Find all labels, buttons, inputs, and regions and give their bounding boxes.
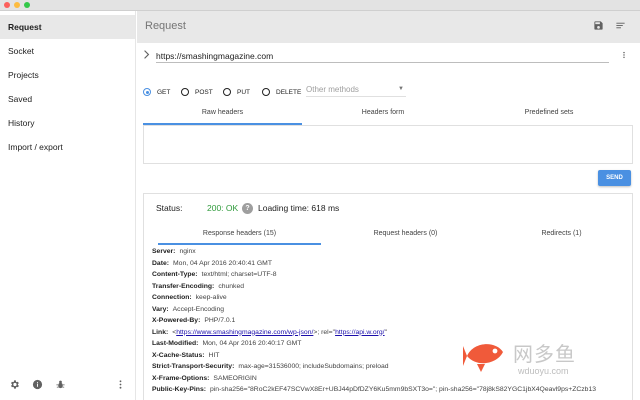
- header-line: Server: nginx: [152, 248, 196, 255]
- sort-icon[interactable]: [614, 20, 626, 32]
- more-vert-icon[interactable]: [620, 50, 628, 63]
- other-methods-select[interactable]: Other methods ▼: [306, 85, 406, 97]
- more-vert-icon[interactable]: [115, 379, 126, 390]
- header-line: Vary: Accept-Encoding: [152, 305, 225, 313]
- sidebar-item-saved[interactable]: Saved: [0, 87, 135, 111]
- header-line: Content-Type: text/html; charset=UTF-8: [152, 271, 277, 278]
- fish-logo-icon: [463, 344, 503, 372]
- header-line: Date: Mon, 04 Apr 2016 20:40:41 GMT: [152, 259, 272, 267]
- tab-redirects[interactable]: Redirects (1): [490, 226, 632, 245]
- loading-time: Loading time: 618 ms: [258, 203, 340, 213]
- sidebar-item-import-export[interactable]: Import / export: [0, 135, 135, 159]
- header-line: X-Powered-By: PHP/7.0.1: [152, 317, 236, 324]
- header-line: Public-Key-Pins: pin-sha256="8RoC2kEF47SC…: [152, 386, 597, 393]
- app-header: Request: [137, 11, 640, 43]
- header-line: Connection: keep-alive: [152, 294, 227, 301]
- method-delete-radio[interactable]: DELETE: [262, 86, 301, 98]
- sidebar-item-history[interactable]: History: [0, 111, 135, 135]
- bug-icon[interactable]: [55, 379, 66, 390]
- gear-icon[interactable]: [9, 379, 20, 390]
- send-button[interactable]: SEND: [598, 170, 631, 186]
- tab-headers-form[interactable]: Headers form: [304, 104, 462, 125]
- save-icon[interactable]: [592, 20, 604, 32]
- method-label: DELETE: [276, 88, 302, 96]
- radio-icon[interactable]: [223, 88, 231, 96]
- minimize-window-button[interactable]: [14, 2, 20, 8]
- window-titlebar: [0, 0, 640, 11]
- radio-icon[interactable]: [262, 88, 270, 96]
- info-icon[interactable]: [32, 379, 43, 390]
- sidebar-footer: [0, 378, 136, 392]
- caret-down-icon: ▼: [398, 86, 404, 92]
- close-window-button[interactable]: [4, 2, 10, 8]
- watermark-text: 网多鱼: [513, 342, 576, 366]
- method-label: PUT: [237, 88, 250, 96]
- link-api-w-org[interactable]: https://api.w.org/: [335, 329, 385, 336]
- status-label: Status:: [156, 203, 183, 213]
- sidebar-item-socket[interactable]: Socket: [0, 39, 135, 63]
- tab-response-headers[interactable]: Response headers (15): [158, 226, 321, 245]
- sidebar-nav: Request Socket Projects Saved History Im…: [0, 15, 135, 159]
- sidebar: Request Socket Projects Saved History Im…: [0, 11, 136, 400]
- method-put-radio[interactable]: PUT: [223, 86, 250, 98]
- page-title: Request: [145, 20, 186, 32]
- help-icon[interactable]: ?: [242, 203, 253, 214]
- method-label: GET: [157, 88, 171, 96]
- url-input[interactable]: [156, 49, 609, 63]
- radio-icon[interactable]: [181, 88, 189, 96]
- link-wp-json[interactable]: https://www.smashingmagazine.com/wp-json…: [176, 329, 313, 336]
- radio-checked-icon[interactable]: [143, 88, 151, 96]
- raw-headers-textarea[interactable]: [143, 126, 633, 164]
- watermark-url: wduoyu.com: [518, 366, 569, 376]
- sidebar-item-request[interactable]: Request: [0, 15, 135, 39]
- chevron-right-icon[interactable]: [143, 50, 150, 61]
- watermark: 网多鱼 wduoyu.com: [463, 334, 633, 384]
- method-label: POST: [195, 88, 213, 96]
- zoom-window-button[interactable]: [24, 2, 30, 8]
- method-post-radio[interactable]: POST: [181, 86, 213, 98]
- other-methods-placeholder: Other methods: [306, 85, 359, 94]
- header-line: Transfer-Encoding: chunked: [152, 282, 245, 290]
- sidebar-item-projects[interactable]: Projects: [0, 63, 135, 87]
- tab-predefined-sets[interactable]: Predefined sets: [466, 104, 632, 125]
- status-badge: 200: OK: [207, 203, 239, 213]
- method-get-radio[interactable]: GET: [143, 86, 170, 98]
- tab-raw-headers[interactable]: Raw headers: [143, 104, 302, 125]
- tab-request-headers[interactable]: Request headers (0): [323, 226, 488, 245]
